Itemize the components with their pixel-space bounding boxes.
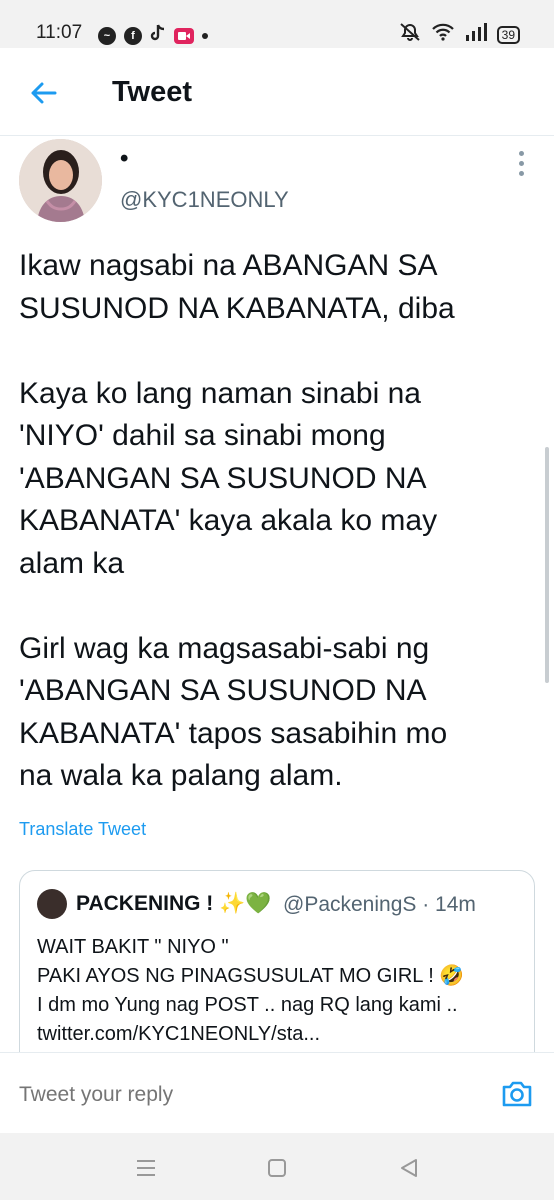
mute-icon bbox=[399, 22, 421, 47]
quote-avatar bbox=[37, 889, 67, 919]
author-handle[interactable]: @KYC1NEONLY bbox=[120, 187, 289, 213]
tiktok-icon bbox=[150, 24, 166, 47]
author-display-name[interactable]: • bbox=[120, 145, 128, 173]
tweet-line: 'ABANGAN SA SUSUNOD NA bbox=[19, 461, 427, 495]
home-square-icon[interactable] bbox=[264, 1155, 290, 1181]
quote-line: PAKI AYOS NG PINAGSUSULAT MO GIRL ! 🤣 bbox=[37, 965, 465, 987]
translate-tweet-link[interactable]: Translate Tweet bbox=[19, 819, 146, 840]
tweet-line: KABANATA' tapos sasabihin mo bbox=[19, 716, 448, 750]
tweet-line: na wala ka palang alam. bbox=[19, 759, 343, 792]
tweet-line: Ikaw nagsabi na ABANGAN SA bbox=[19, 249, 438, 282]
tweet-line: alam ka bbox=[19, 546, 125, 580]
wifi-icon bbox=[431, 23, 455, 46]
tweet-line: Girl wag ka magsasabi-sabi ng bbox=[19, 631, 430, 665]
camera-icon[interactable] bbox=[500, 1077, 534, 1111]
tweet-line: KABANATA' kaya akala ko may bbox=[19, 504, 438, 537]
reply-bar bbox=[0, 1052, 554, 1132]
quote-line: WAIT BAKIT " NIYO " bbox=[37, 936, 229, 958]
page-title: Tweet bbox=[112, 76, 193, 108]
notification-dot bbox=[202, 32, 208, 39]
quote-display-name: PACKENING ! ✨💚 bbox=[76, 892, 272, 915]
tweet-line: SUSUNOD NA KABANATA, diba bbox=[19, 291, 455, 325]
quote-link[interactable]: twitter.com/KYC1NEONLY/sta... bbox=[37, 1020, 532, 1049]
quoted-tweet[interactable]: PACKENING ! ✨💚 @PackeningS · 14m WAIT BA… bbox=[19, 870, 535, 1070]
screen-record-icon bbox=[174, 27, 194, 44]
status-time: 11:07 bbox=[36, 22, 83, 43]
reply-input[interactable] bbox=[19, 1083, 439, 1107]
tweet-line: 'NIYO' dahil sa sinabi mong bbox=[19, 419, 386, 452]
avatar[interactable] bbox=[19, 139, 102, 222]
back-arrow-icon[interactable] bbox=[28, 78, 58, 108]
status-bar: 11:07 ~ f 39 bbox=[0, 0, 554, 48]
scrollbar[interactable] bbox=[545, 447, 549, 683]
signal-icon bbox=[465, 23, 487, 46]
quote-text: WAIT BAKIT " NIYO " PAKI AYOS NG PINAGSU… bbox=[37, 933, 532, 1049]
recents-menu-icon[interactable] bbox=[133, 1155, 159, 1181]
navigation-bar bbox=[0, 1133, 554, 1200]
back-triangle-icon[interactable] bbox=[396, 1155, 422, 1181]
tweet-text: Ikaw nagsabi na ABANGAN SA SUSUNOD NA KA… bbox=[19, 245, 529, 798]
system-icons: 39 bbox=[399, 22, 520, 47]
tweet-line: 'ABANGAN SA SUSUNOD NA bbox=[19, 674, 427, 707]
notification-icons: ~ f bbox=[98, 24, 208, 47]
facebook-icon: f bbox=[124, 26, 142, 45]
quote-line: I dm mo Yung nag POST .. nag RQ lang kam… bbox=[37, 994, 458, 1016]
more-options-icon[interactable] bbox=[514, 151, 528, 177]
tweet-line: Kaya ko lang naman sinabi na bbox=[19, 376, 421, 410]
battery-icon: 39 bbox=[496, 25, 520, 44]
quote-handle-time: @PackeningS · 14m bbox=[283, 893, 476, 916]
messenger-icon: ~ bbox=[98, 26, 116, 45]
app-header: Tweet bbox=[0, 48, 554, 136]
